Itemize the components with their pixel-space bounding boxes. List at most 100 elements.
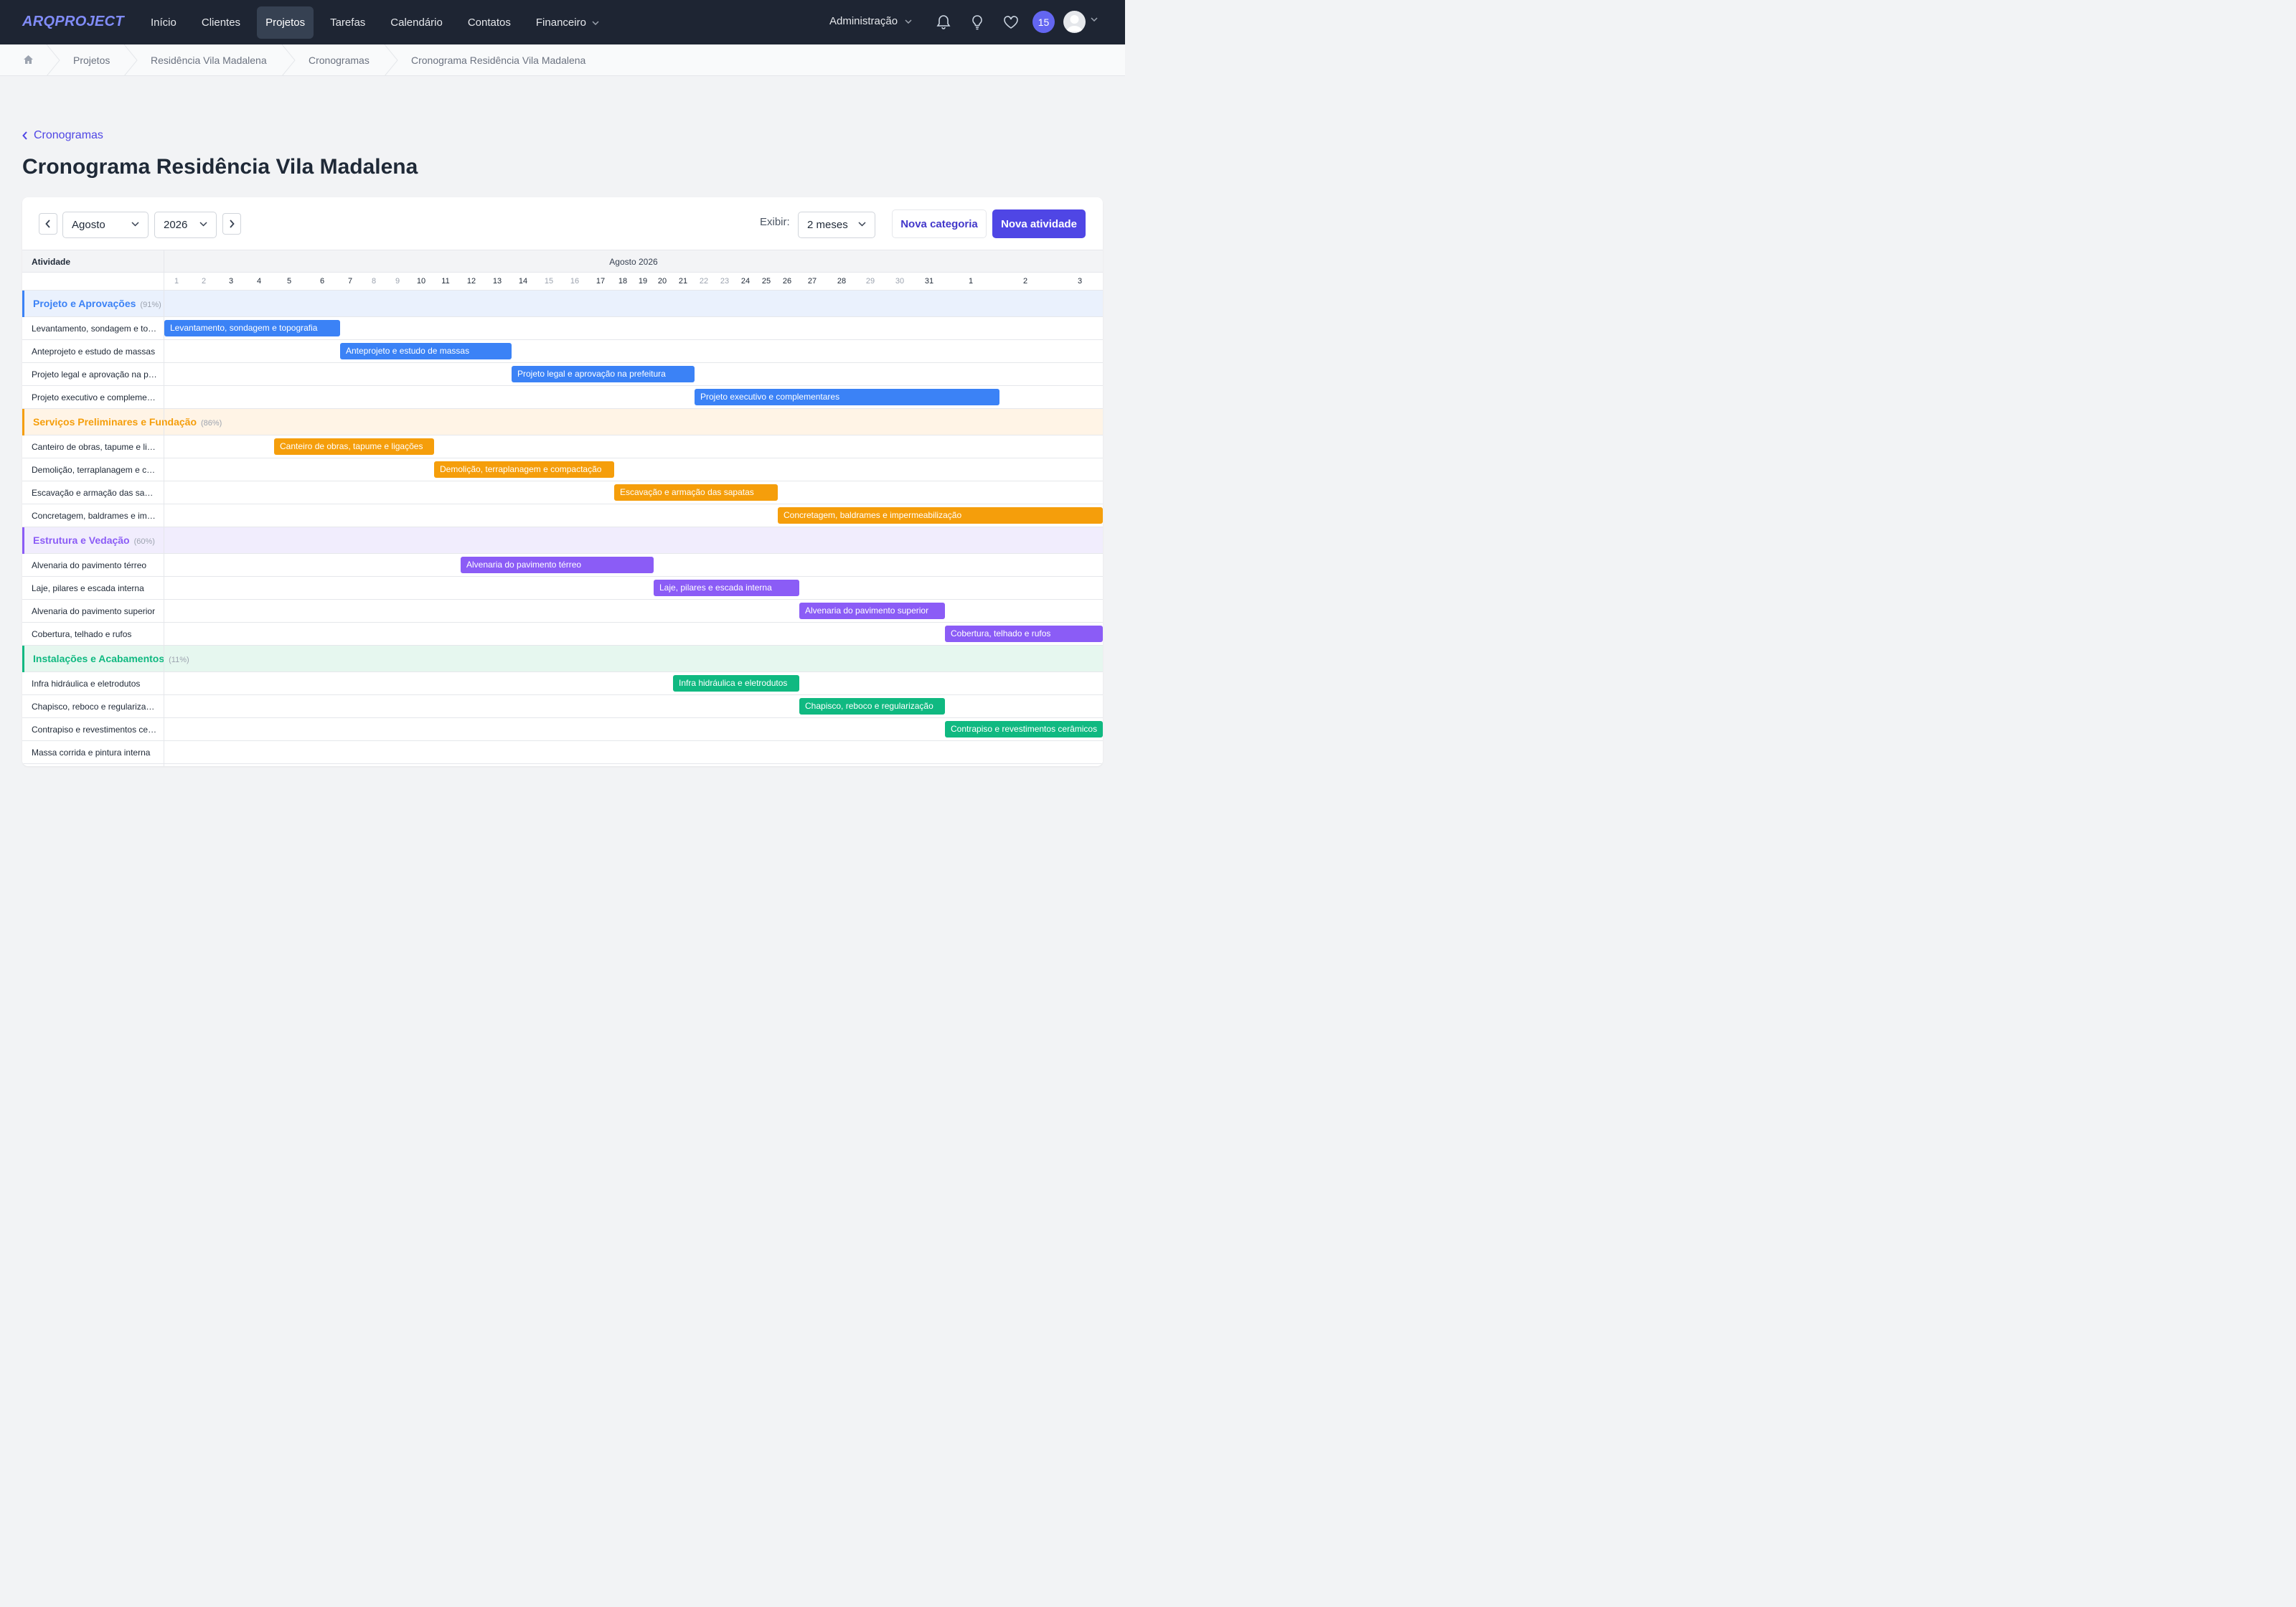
nav-tarefas[interactable]: Tarefas <box>321 6 374 39</box>
day-label: 24 <box>740 277 751 286</box>
activity-row[interactable]: Contrapiso e revestimentos cerâmicos Cont… <box>22 718 1103 741</box>
activity-name[interactable]: Infra hidráulica e eletrodutos <box>32 679 158 689</box>
next-month-button[interactable] <box>222 213 241 235</box>
day-label: 8 <box>371 277 377 286</box>
activity-row[interactable]: Levantamento, sondagem e topografia Levan… <box>22 317 1103 340</box>
day-label: 1 <box>968 277 974 286</box>
bell-icon[interactable] <box>935 14 952 31</box>
activity-bar[interactable]: Demolição, terraplanagem e compactação <box>434 461 614 478</box>
prev-month-button[interactable] <box>39 213 57 235</box>
new-activity-button[interactable]: Nova atividade <box>992 209 1086 238</box>
category-name: Serviços Preliminares e Fundação (86%) <box>33 416 222 428</box>
day-label: 22 <box>699 277 709 286</box>
activity-name[interactable]: Chapisco, reboco e regularização <box>32 702 158 712</box>
activity-bar[interactable]: Alvenaria do pavimento superior <box>799 603 945 619</box>
activity-bar[interactable]: Chapisco, reboco e regularização <box>799 698 945 715</box>
day-label: 31 <box>924 277 934 286</box>
activity-row[interactable]: Massa corrida e pintura interna <box>22 741 1103 764</box>
activity-name[interactable]: Projeto executivo e complementares <box>32 392 158 402</box>
activity-row[interactable]: Demolição, terraplanagem e compactação De… <box>22 458 1103 481</box>
category-row[interactable]: Serviços Preliminares e Fundação (86%) <box>22 409 1103 435</box>
activity-name[interactable]: Anteprojeto e estudo de massas <box>32 347 158 357</box>
activity-bar[interactable]: Projeto executivo e complementares <box>695 389 999 405</box>
activity-name[interactable]: Laje, pilares e escada interna <box>32 583 158 593</box>
nav-calendario[interactable]: Calendário <box>382 6 451 39</box>
activity-row[interactable]: Anteprojeto e estudo de massas Anteprojet… <box>22 340 1103 363</box>
exibir-label: Exibir: <box>760 216 790 228</box>
category-row[interactable]: Projeto e Aprovações (91%) <box>22 291 1103 317</box>
activity-name[interactable]: Concretagem, baldrames e impermeabilizaç… <box>32 511 158 521</box>
activity-row[interactable]: Infra hidráulica e eletrodutos Infra hidr… <box>22 672 1103 695</box>
activity-bar[interactable]: Alvenaria do pavimento térreo <box>461 557 654 573</box>
breadcrumb-separator <box>123 44 138 76</box>
nav-clientes[interactable]: Clientes <box>193 6 249 39</box>
activity-column-header: Atividade <box>32 257 71 267</box>
month-select[interactable]: Agosto <box>62 212 149 238</box>
day-label: 28 <box>837 277 847 286</box>
activity-name[interactable]: Projeto legal e aprovação na prefeitura <box>32 369 158 380</box>
activity-row[interactable]: Escavação e armação das sapatas Escavação… <box>22 481 1103 504</box>
day-label: 19 <box>638 277 648 286</box>
category-row[interactable]: Estrutura e Vedação (60%) <box>22 527 1103 554</box>
category-color-bar <box>22 646 24 672</box>
home-icon[interactable] <box>23 55 34 65</box>
year-select-value: 2026 <box>164 219 188 231</box>
activity-name[interactable]: Alvenaria do pavimento superior <box>32 606 158 616</box>
year-select[interactable]: 2026 <box>154 212 217 238</box>
app-logo[interactable]: ARQPROJECT <box>22 14 124 30</box>
activity-name[interactable]: Canteiro de obras, tapume e ligações <box>32 442 158 452</box>
day-label: 29 <box>865 277 875 286</box>
activity-name[interactable]: Escavação e armação das sapatas <box>32 488 158 498</box>
activity-bar[interactable]: Canteiro de obras, tapume e ligações <box>274 438 434 455</box>
breadcrumb-residencia[interactable]: Residência Vila Madalena <box>151 55 267 66</box>
notification-count-badge[interactable]: 15 <box>1032 11 1055 33</box>
back-to-cronogramas-link[interactable]: Cronogramas <box>22 129 103 142</box>
day-label: 18 <box>618 277 628 286</box>
chevron-down-icon[interactable] <box>1091 17 1098 22</box>
activity-row[interactable]: Chapisco, reboco e regularização Chapisco… <box>22 695 1103 718</box>
activity-name[interactable]: Levantamento, sondagem e topografia <box>32 324 158 334</box>
activity-bar[interactable]: Escavação e armação das sapatas <box>614 484 778 501</box>
nav-inicio[interactable]: Início <box>142 6 185 39</box>
heart-icon[interactable] <box>1002 14 1020 31</box>
nav-contatos[interactable]: Contatos <box>459 6 519 39</box>
activity-bar[interactable]: Projeto legal e aprovação na prefeitura <box>512 366 695 382</box>
activity-row[interactable]: Projeto legal e aprovação na prefeitura P… <box>22 363 1103 386</box>
nav-financeiro[interactable]: Financeiro <box>527 6 608 39</box>
activity-name[interactable]: Massa corrida e pintura interna <box>32 748 158 758</box>
activity-bar[interactable]: Levantamento, sondagem e topografia <box>164 320 340 336</box>
day-label: 17 <box>596 277 606 286</box>
range-select[interactable]: 2 meses <box>798 212 875 238</box>
activity-name[interactable]: Cobertura, telhado e rufos <box>32 629 158 639</box>
activity-bar[interactable]: Cobertura, telhado e rufos <box>945 626 1103 642</box>
activity-name[interactable]: Contrapiso e revestimentos cerâmicos <box>32 725 158 735</box>
activity-bar[interactable]: Laje, pilares e escada interna <box>654 580 799 596</box>
day-label: 11 <box>441 277 450 286</box>
nav-projetos[interactable]: Projetos <box>257 6 314 39</box>
activity-row[interactable]: Alvenaria do pavimento superior Alvenaria… <box>22 600 1103 623</box>
day-label: 2 <box>1022 277 1028 286</box>
activity-name[interactable]: Demolição, terraplanagem e compactação <box>32 465 158 475</box>
activity-bar[interactable]: Concretagem, baldrames e impermeabilizaç… <box>778 507 1103 524</box>
lightbulb-icon[interactable] <box>969 14 986 31</box>
activity-row[interactable]: Projeto executivo e complementares Projet… <box>22 386 1103 409</box>
new-category-button[interactable]: Nova categoria <box>892 209 987 238</box>
admin-menu[interactable]: Administração <box>829 15 912 27</box>
activity-name[interactable]: Alvenaria do pavimento térreo <box>32 560 158 570</box>
activity-bar[interactable]: Infra hidráulica e eletrodutos <box>673 675 799 692</box>
activity-row[interactable]: Cobertura, telhado e rufos Cobertura, tel… <box>22 623 1103 646</box>
chevron-down-icon <box>131 222 139 227</box>
chevron-down-icon <box>199 222 207 227</box>
activity-row[interactable]: Concretagem, baldrames e impermeabilizaç… <box>22 504 1103 527</box>
breadcrumb-cronogramas[interactable]: Cronogramas <box>309 55 370 66</box>
activity-bar[interactable]: Anteprojeto e estudo de massas <box>340 343 512 359</box>
day-label: 10 <box>416 277 426 286</box>
activity-row[interactable]: Canteiro de obras, tapume e ligações Cant… <box>22 435 1103 458</box>
activity-bar[interactable]: Contrapiso e revestimentos cerâmicos <box>945 721 1103 737</box>
breadcrumb-projetos[interactable]: Projetos <box>73 55 110 66</box>
avatar[interactable] <box>1063 11 1086 33</box>
activity-row[interactable]: Laje, pilares e escada interna Laje, pila… <box>22 577 1103 600</box>
category-row[interactable]: Instalações e Acabamentos (11%) <box>22 646 1103 672</box>
activity-row[interactable]: Alvenaria do pavimento térreo Alvenaria d… <box>22 554 1103 577</box>
category-progress: (86%) <box>201 419 222 428</box>
